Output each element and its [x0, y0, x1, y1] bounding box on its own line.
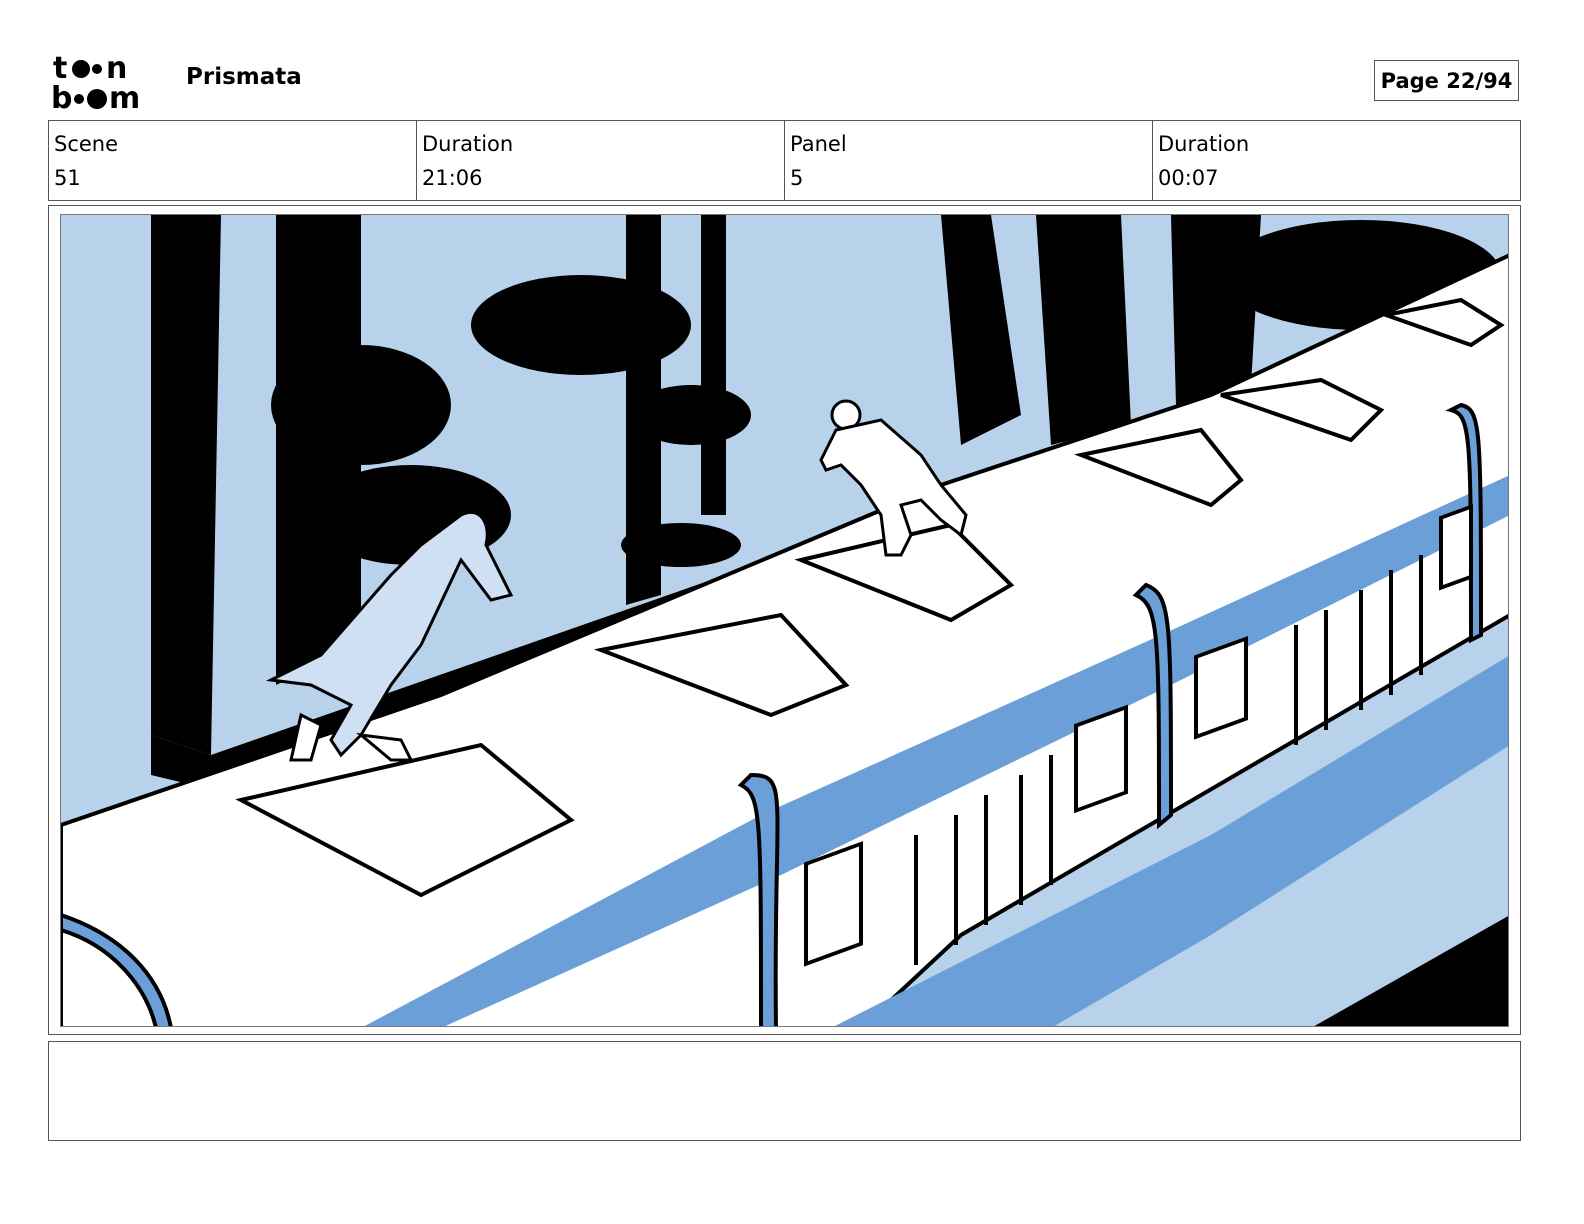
scene-duration-cell: Duration 21:06: [417, 121, 785, 200]
panel-cell: Panel 5: [785, 121, 1153, 200]
storyboard-drawing: [61, 215, 1508, 1026]
scene-cell: Scene 51: [49, 121, 417, 200]
panel-value: 5: [790, 166, 804, 190]
scene-duration-value: 21:06: [422, 166, 483, 190]
svg-text:b: b: [51, 81, 72, 112]
scene-label: Scene: [54, 132, 119, 156]
panel-notes-box[interactable]: [48, 1041, 1521, 1141]
storyboard-image: [60, 214, 1509, 1027]
scene-info-table: Scene 51 Duration 21:06 Panel 5 Duration…: [48, 120, 1521, 201]
panel-label: Panel: [790, 132, 847, 156]
project-title: Prismata: [186, 64, 302, 90]
panel-duration-value: 00:07: [1158, 166, 1219, 190]
panel-duration-cell: Duration 00:07: [1153, 121, 1520, 200]
toon-boom-logo: t n b m: [51, 52, 140, 112]
scene-duration-label: Duration: [422, 132, 514, 156]
svg-text:m: m: [109, 81, 140, 112]
page-number: Page 22/94: [1374, 60, 1519, 101]
scene-value: 51: [54, 166, 81, 190]
panel-duration-label: Duration: [1158, 132, 1250, 156]
